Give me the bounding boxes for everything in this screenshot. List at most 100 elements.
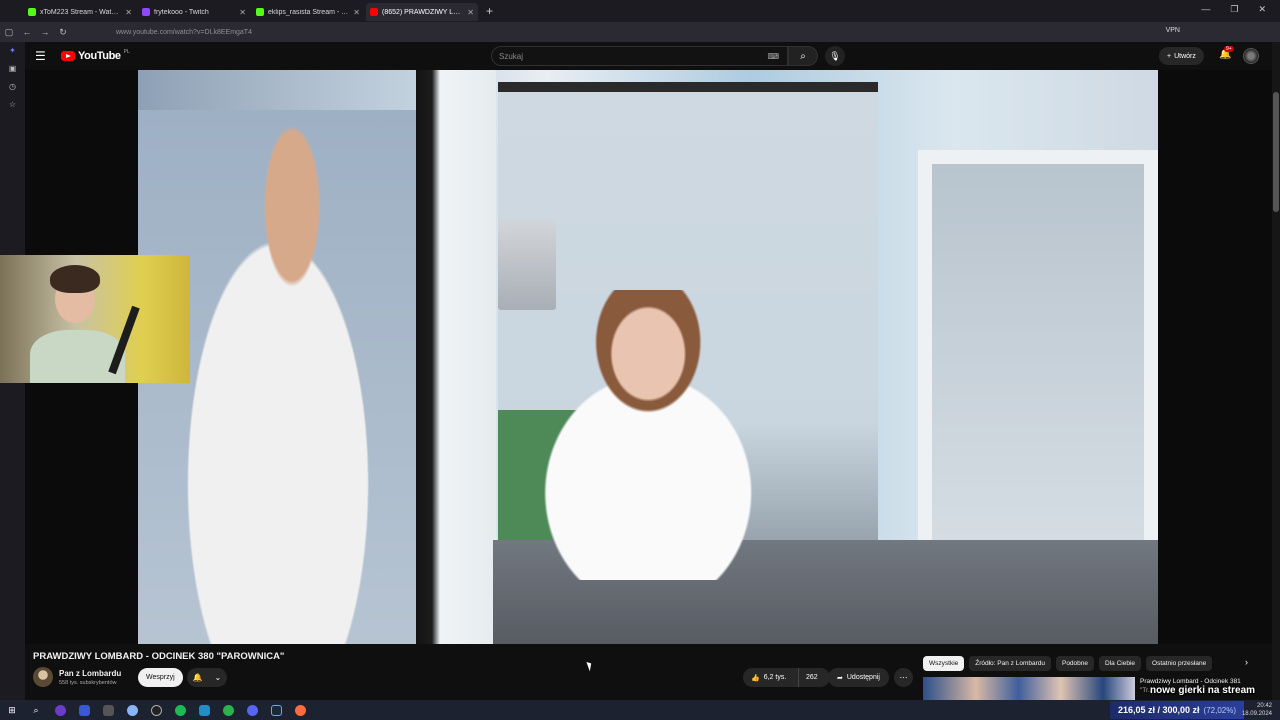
back-icon[interactable]: ← (18, 27, 36, 37)
system-clock[interactable]: 20:42 18.09.2024 (1242, 702, 1272, 718)
sidebar-toggle-icon[interactable]: ▢ (0, 27, 18, 38)
browser-tab-strip: xToM223 Stream - Watch L ✕ frytekooo - T… (0, 0, 1280, 22)
youtube-header: ☰ YouTube PL Szukaj ⌨ ⌕ 🎙 + Utwórz 🔔 9+ (25, 42, 1272, 70)
chip-for-you[interactable]: Dla Ciebie (1099, 656, 1142, 671)
open-window (918, 150, 1158, 570)
search-button[interactable]: ⌕ (788, 46, 818, 66)
spotify-icon[interactable] (168, 700, 192, 720)
address-bar: ▢ ← → ↻ www.youtube.com/watch?v=DLk8EEmg… (0, 22, 1280, 42)
close-window-icon[interactable]: ✕ (1258, 4, 1266, 15)
close-icon[interactable]: ✕ (125, 8, 132, 17)
window-controls: — ❐ ✕ (1187, 0, 1280, 19)
obs-icon[interactable] (144, 700, 168, 720)
kick-icon (256, 8, 264, 16)
video-title: PRAWDZIWY LOMBARD - ODCINEK 380 "PAROWNI… (33, 651, 285, 662)
voice-search-button[interactable]: 🎙 (825, 46, 845, 66)
reload-icon[interactable]: ↻ (54, 27, 72, 38)
chip-all[interactable]: Wszystkie (923, 656, 965, 671)
new-tab-button[interactable]: + (486, 4, 493, 18)
logo-wordmark: YouTube (78, 50, 121, 62)
logo-country: PL (123, 49, 130, 55)
search-input[interactable]: Szukaj ⌨ (491, 46, 788, 66)
more-icon: ⋯ (899, 673, 908, 682)
maximize-icon[interactable]: ❐ (1230, 4, 1238, 15)
kick-icon (28, 8, 36, 16)
donation-goal: 300,00 zł (1162, 705, 1200, 715)
channel-name[interactable]: Pan z Lombardu (59, 669, 121, 678)
account-avatar[interactable] (1243, 48, 1259, 64)
youtube-icon (370, 8, 378, 16)
page-scrollbar[interactable] (1272, 42, 1280, 700)
recommendation-chips: Wszystkie Źródło: Pan z Lombardu Podobne… (923, 656, 1213, 671)
aria-icon[interactable]: ✦ (0, 42, 25, 60)
video-player[interactable] (25, 70, 1272, 644)
app-icon-3[interactable] (96, 700, 120, 720)
app-icon-4[interactable] (120, 700, 144, 720)
taskbar-search-icon[interactable]: ⌕ (24, 700, 48, 720)
plus-icon: + (1167, 52, 1172, 60)
donation-amount: 216,05 zł (1117, 705, 1155, 715)
browser-tab-2[interactable]: frytekooo - Twitch ✕ (138, 3, 250, 21)
close-icon[interactable]: ✕ (353, 8, 360, 17)
webcam-hair (50, 265, 100, 293)
video-frame[interactable] (138, 70, 1158, 644)
windows-taskbar: ⊞ ⌕ (0, 700, 1280, 720)
hamburger-menu-icon[interactable]: ☰ (35, 49, 55, 63)
video-metadata: PRAWDZIWY LOMBARD - ODCINEK 380 "PAROWNI… (25, 644, 1272, 700)
microphone-icon: 🎙 (829, 50, 841, 61)
subscription-bell-button[interactable]: 🔔 ⌄ (187, 668, 227, 687)
tab-label: (8652) PRAWDZIWY LOMB (382, 8, 464, 16)
search-placeholder: Szukaj (499, 51, 524, 61)
search-icon: ⌕ (800, 50, 806, 62)
create-button[interactable]: + Utwórz (1159, 47, 1204, 65)
chip-source[interactable]: Źródło: Pan z Lombardu (969, 656, 1051, 671)
like-dislike-group: 👍 6,2 tys. 262 (743, 668, 830, 687)
youtube-play-icon (61, 51, 75, 61)
forward-icon[interactable]: → (36, 27, 54, 37)
chip-similar[interactable]: Podobne (1055, 656, 1095, 671)
tab-label: eklips_rasista Stream - Kick (268, 8, 350, 16)
url-field[interactable]: www.youtube.com/watch?v=DLk8EEmgaT4 (116, 29, 252, 36)
minimize-icon[interactable]: — (1201, 4, 1210, 15)
thumbs-up-icon: 👍 (751, 674, 760, 682)
app-icon-2[interactable] (72, 700, 96, 720)
close-icon[interactable]: ✕ (239, 8, 246, 17)
video-person-woman (518, 290, 828, 580)
app-icon-1[interactable] (48, 700, 72, 720)
app-icon-5[interactable] (192, 700, 216, 720)
bookmarks-icon[interactable]: ☆ (0, 96, 25, 114)
recommended-video-title[interactable]: Prawdziwy Lombard - Odcinek 381 (1140, 678, 1241, 685)
notification-badge: 9+ (1224, 46, 1234, 52)
vpn-badge[interactable]: VPN (1166, 27, 1180, 34)
comments-count[interactable]: 262 (799, 674, 818, 681)
browser-taskbar-icon[interactable] (288, 700, 312, 720)
donation-percentage: (72,02%) (1203, 705, 1236, 715)
browser-tab-1[interactable]: xToM223 Stream - Watch L ✕ (24, 3, 136, 21)
scrollbar-thumb[interactable] (1273, 92, 1279, 212)
windows-start-icon[interactable]: ⊞ (0, 700, 24, 720)
like-button[interactable]: 👍 6,2 tys. (743, 668, 799, 687)
clock-date: 18.09.2024 (1241, 711, 1272, 717)
browser-tab-4[interactable]: (8652) PRAWDZIWY LOMB ✕ (366, 3, 478, 21)
browser-tab-3[interactable]: eklips_rasista Stream - Kick ✕ (252, 3, 364, 21)
chip-recent[interactable]: Ostatnio przesłane (1146, 656, 1213, 671)
wallet-icon[interactable]: ▣ (0, 60, 25, 78)
channel-avatar[interactable] (33, 667, 53, 687)
app-icon-6[interactable] (216, 700, 240, 720)
steam-icon[interactable] (264, 700, 288, 720)
share-button[interactable]: ➦ Udostępnij (828, 668, 889, 687)
window-frame (416, 70, 496, 644)
recommended-video-thumbnail[interactable] (923, 677, 1135, 700)
discord-icon[interactable] (240, 700, 264, 720)
webcam-body (30, 330, 125, 383)
support-button[interactable]: Wesprzyj (138, 668, 183, 687)
close-icon[interactable]: ✕ (467, 8, 474, 17)
youtube-logo[interactable]: YouTube PL (61, 49, 130, 62)
share-label: Udostępnij (846, 674, 880, 681)
more-actions-button[interactable]: ⋯ (894, 668, 913, 687)
keyboard-icon[interactable]: ⌨ (767, 52, 779, 61)
share-icon: ➦ (837, 674, 843, 682)
twitch-icon (142, 8, 150, 16)
history-icon[interactable]: ◷ (0, 78, 25, 96)
chevron-right-icon[interactable]: › (1245, 657, 1248, 667)
